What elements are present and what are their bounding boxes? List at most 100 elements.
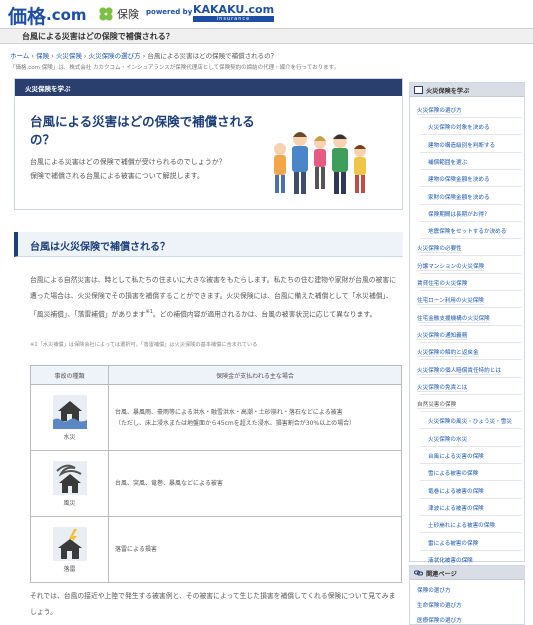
sidebar-item[interactable]: 火災保険の免責とは (417, 378, 522, 395)
sidebar-item[interactable]: 火災保険の風災・ひょう災・雪災 (420, 412, 522, 430)
sidebar-item-label: 地震保険をセットするか決める (428, 229, 507, 236)
sidebar-item[interactable]: 地震保険をセットするか決める (420, 222, 522, 240)
sidebar-item-label: 賃貸住宅の火災保険 (417, 281, 468, 288)
breadcrumb-home[interactable]: ホーム (10, 52, 29, 60)
sidebar-item-label: 火災保険の通知義務 (417, 332, 468, 340)
sidebar-item-label: 火災保険の個人賠償責任特約とは (417, 367, 501, 375)
desc-note: （ただし、床上浸水または地盤面から45cmを超えた浸水、損害割合が30%以上の場… (115, 419, 356, 427)
sidebar-item[interactable]: 雪による被害の保険 (420, 464, 522, 482)
sidebar-item[interactable]: 火災保険の通知義務 (417, 326, 522, 343)
insurance-text: insurance (193, 16, 275, 22)
category-label: 火災保険を学ぶ (25, 85, 71, 93)
sidebar-item-label: 建物の構造級別を判断する (428, 142, 496, 149)
sidebar-item-label: 竜巻による被害の保険 (428, 488, 484, 495)
sidebar-item-label: 分譲マンションの火災保険 (417, 263, 485, 271)
sidebar-item-label: 火災保険の選び方 (417, 108, 462, 115)
sidebar-item-label: 火災保険の水災 (428, 436, 468, 443)
related-link[interactable]: 保険の選び方 (417, 586, 451, 594)
type-label: 水災 (63, 433, 76, 441)
book-icon (414, 86, 423, 94)
sidebar-item[interactable]: 分譲マンションの火災保険 (417, 257, 522, 274)
section-body-tail: 。どの補償内容が適用されるかは、台風の被害状況に応じて異なります。 (152, 310, 377, 319)
sidebar-item-label: 建物の保険金額を決める (428, 177, 490, 184)
lightning-house-icon (52, 526, 87, 561)
sidebar-item[interactable]: 火災保険の解約と返戻金 (417, 343, 522, 361)
sidebar-item-label: 雷による被害の保険 (428, 540, 479, 547)
related-link[interactable]: 医療保険の選び方 (417, 616, 462, 624)
footnote: ※1「水災補償」は保険会社によっては選択可。「落雷補償」は火災保険の基本補償に含… (30, 342, 258, 348)
sidebar-item[interactable]: 竜巻による被害の保険 (420, 482, 522, 499)
section-title: 台風は火災保険で補償される？ (30, 242, 170, 253)
sidebar-item-label: 火災保険の必要性 (417, 246, 462, 254)
logo-kakaku-text: 価格 (8, 5, 47, 28)
sidebar-item-label: 家財の保険金額を決める (428, 194, 490, 201)
section-heading: 台風は火災保険で補償される？ (14, 232, 403, 257)
breadcrumb-sep: › (142, 52, 146, 60)
sidebar-item-label: 火災保険の免責とは (417, 384, 468, 392)
table-row: 風災 台風、突風、竜巻、暴風などによる被害 (30, 450, 402, 517)
section-body: 台風による自然災害は、時として私たちの住まいに大きな被害をもたらします。私たちの… (30, 272, 402, 322)
related-title: 関連ページ (426, 571, 457, 578)
sidebar-item: 自然災害の保険 (417, 395, 522, 413)
sidebar-item-label: 火災保険の対象を決める (428, 125, 490, 132)
type-label: 風災 (63, 499, 76, 507)
table-cell-desc: 落雷による損害 (108, 516, 402, 583)
sidebar-item[interactable]: 家財の保険金額を決める (420, 188, 522, 205)
article-lead: 台風による災害はどの保険で補償が受けられるのでしょうか？ 保険で補償される台風に… (30, 158, 226, 180)
sidebar-item[interactable]: 補償範囲を選ぶ (420, 153, 522, 170)
link-icon (414, 570, 423, 576)
desc-text: 台風、突風、竜巻、暴風などによる被害 (115, 480, 223, 487)
breadcrumb-current: 台風による災害はどの保険で補償されるの？ (147, 52, 278, 60)
sidebar-item[interactable]: 建物の構造級別を判断する (420, 136, 522, 153)
hoken-label: 保険 (117, 8, 139, 21)
sidebar-item[interactable]: 火災保険の水災 (420, 430, 522, 447)
category-header: 火災保険を学ぶ (15, 79, 402, 96)
sidebar-item-label: 補償範囲を選ぶ (428, 159, 468, 166)
sidebar-item[interactable]: 火災保険の選び方 (417, 101, 522, 118)
sidebar-item[interactable]: 火災保険の必要性 (417, 239, 522, 257)
related-header: 関連ページ (410, 566, 524, 580)
breadcrumb-erabikata[interactable]: 火災保険の選び方 (89, 52, 141, 60)
table-cell-type: 風災 (30, 450, 109, 517)
sidebar-item[interactable]: 雷による被害の保険 (420, 534, 522, 551)
flood-house-icon (52, 394, 87, 429)
sidebar-item-label: 雪による被害の保険 (428, 471, 479, 478)
breadcrumb-sep: › (31, 52, 34, 60)
footnote-ref: ※1 (145, 309, 153, 315)
sidebar-item-label: 保険期間は長期がお得？ (428, 211, 490, 218)
page-title: 台風による災害はどの保険で補償される？ (22, 32, 174, 41)
related-pages: 関連ページ 保険の選び方 生命保険の選び方 医療保険の選び方 (409, 565, 525, 625)
sidebar-item-label: 火災保険の解約と返戻金 (417, 350, 479, 358)
sidebar-item[interactable]: 土砂崩れによる被害の保険 (420, 516, 522, 534)
sidebar-item[interactable]: 火災保険の対象を決める (420, 118, 522, 136)
logo-com-text: .com (46, 6, 87, 24)
sidebar-item[interactable]: 津波による被害の保険 (420, 499, 522, 516)
sidebar-title: 火災保険を学ぶ (426, 88, 470, 95)
coverage-table: 事故の種類 保険金が支払われる主な場合 水災 台風、暴風雨、豪雨等による洪水・融… (30, 365, 402, 583)
sidebar-item-label: 住宅ローン利用の火災保険 (417, 298, 484, 306)
desc-text: 台風、暴風雨、豪雨等による洪水・融雪洪水・高潮・土砂崩れ・落石などによる被害 (115, 408, 343, 416)
kakaku-logo[interactable]: 価格 .com (8, 4, 87, 28)
kakaku-insurance-logo[interactable]: KAKAKU.com insurance (193, 3, 275, 22)
sidebar-item[interactable]: 住宅金融支援機構の火災保険 (417, 309, 522, 326)
table-row: 落雷 落雷による損害 (30, 516, 402, 583)
table-cell-type: 水災 (30, 384, 109, 451)
table-row: 水災 台風、暴風雨、豪雨等による洪水・融雪洪水・高潮・土砂崩れ・落石などによる被… (30, 384, 402, 451)
sidebar-nav: 火災保険を学ぶ 火災保険の選び方火災保険の対象を決める 建物の構造級別を判断する補… (409, 82, 525, 568)
sidebar-item-label: 津波による被害の保険 (428, 505, 484, 512)
family-illustration (274, 132, 366, 194)
sidebar-item[interactable]: 住宅ローン利用の火災保険 (417, 291, 522, 309)
sidebar-item[interactable]: 建物の保険金額を決める (420, 170, 522, 188)
type-label: 落雷 (63, 565, 76, 573)
sidebar-item[interactable]: 保険期間は長期がお得？ (420, 205, 522, 222)
breadcrumb-kasai[interactable]: 火災保険 (56, 52, 82, 60)
table-header-type: 事故の種類 (30, 365, 109, 385)
storm-house-icon (52, 460, 87, 495)
sidebar-item-label: 台風による災害の保険 (428, 454, 484, 460)
sidebar-item[interactable]: 賃貸住宅の火災保険 (417, 274, 522, 291)
sidebar-item-label: 液状化被害の保険 (428, 557, 473, 564)
related-link[interactable]: 生命保険の選び方 (417, 601, 462, 609)
breadcrumb-hoken[interactable]: 保険 (36, 52, 49, 60)
sidebar-item[interactable]: 台風による災害の保険 (420, 447, 522, 464)
sidebar-item[interactable]: 火災保険の個人賠償責任特約とは (417, 361, 522, 378)
